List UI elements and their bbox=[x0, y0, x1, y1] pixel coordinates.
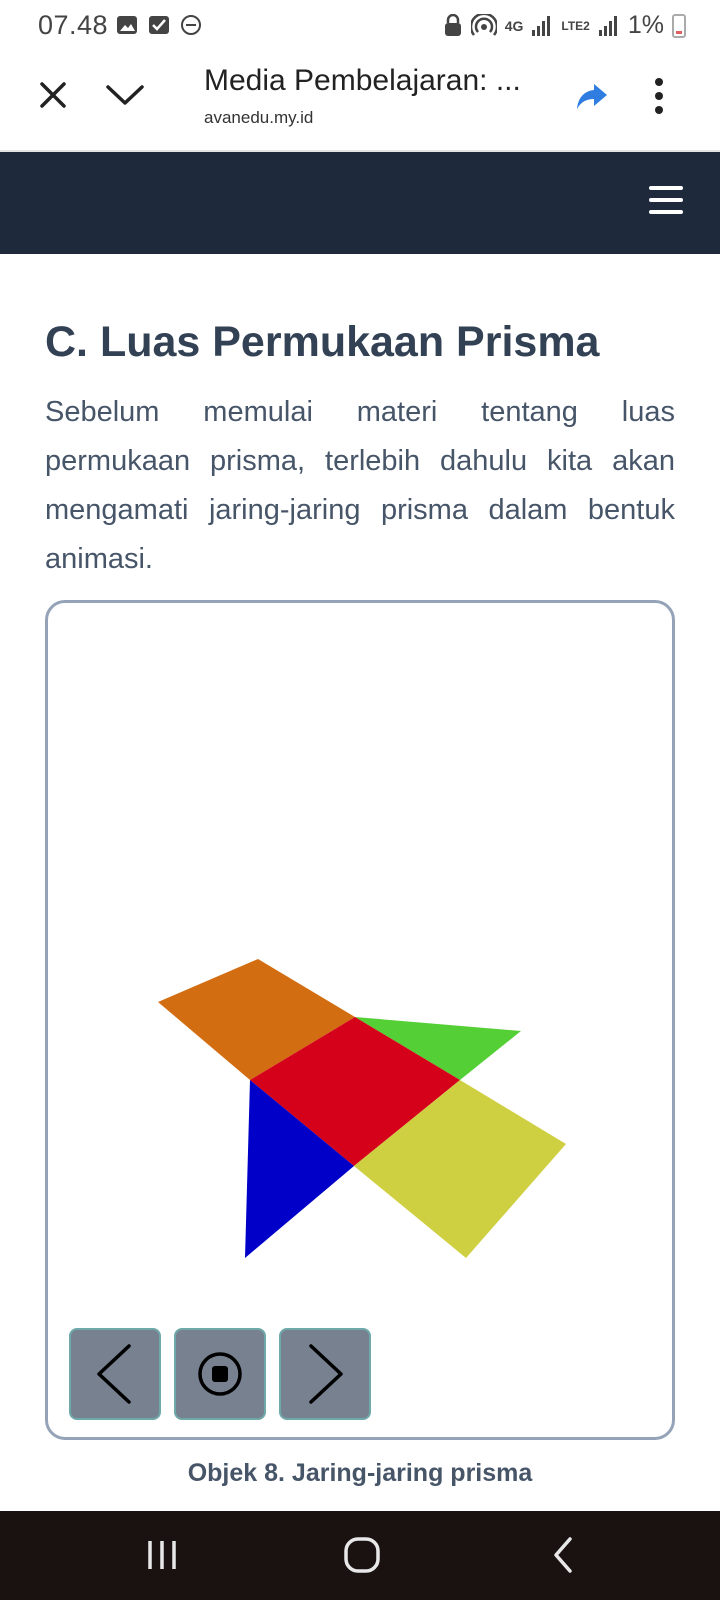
animation-card bbox=[45, 600, 675, 1440]
section-title: C. Luas Permukaan Prisma bbox=[45, 318, 600, 366]
page-title: Media Pembelajaran: ... bbox=[204, 64, 521, 97]
more-vertical-icon[interactable] bbox=[652, 76, 666, 116]
page: 07.48 4G LTE2 1% Media Pembelajaran: ...… bbox=[0, 0, 720, 1600]
do-not-disturb-icon bbox=[181, 15, 201, 35]
next-button[interactable] bbox=[279, 1328, 371, 1420]
chevron-down-icon[interactable] bbox=[104, 80, 146, 110]
status-bar: 07.48 4G LTE2 1% bbox=[0, 0, 720, 52]
lock-icon bbox=[444, 13, 461, 36]
image-icon bbox=[117, 16, 137, 34]
page-domain: avanedu.my.id bbox=[204, 108, 314, 127]
status-right: 4G LTE2 1% bbox=[443, 11, 686, 40]
status-time: 07.48 bbox=[38, 10, 109, 40]
browser-toolbar: Media Pembelajaran: ... avanedu.my.id bbox=[0, 52, 720, 152]
hamburger-menu-icon[interactable] bbox=[649, 186, 685, 216]
figure-caption: Objek 8. Jaring-jaring prisma bbox=[187, 1459, 533, 1487]
checkbox-icon bbox=[149, 16, 169, 34]
signal-icon bbox=[598, 15, 617, 36]
recent-apps-icon[interactable] bbox=[140, 1533, 184, 1577]
stop-icon bbox=[198, 1352, 242, 1396]
previous-button[interactable] bbox=[69, 1328, 161, 1420]
status-left-icons bbox=[116, 14, 202, 36]
back-icon[interactable] bbox=[542, 1533, 586, 1577]
home-icon[interactable] bbox=[340, 1533, 384, 1577]
signal-icon bbox=[532, 15, 551, 36]
battery-percent: 1% bbox=[627, 11, 664, 39]
hotspot-icon bbox=[470, 13, 497, 36]
system-nav-bar bbox=[0, 1511, 720, 1600]
network-label: 4G bbox=[504, 17, 524, 34]
stop-button[interactable] bbox=[174, 1328, 266, 1420]
chevron-left-icon bbox=[97, 1344, 131, 1404]
intro-paragraph: Sebelum memulai materi tentang luas perm… bbox=[45, 396, 675, 575]
share-icon[interactable] bbox=[574, 78, 610, 114]
site-nav bbox=[0, 152, 720, 254]
close-icon[interactable] bbox=[36, 78, 70, 112]
prism-net-figure bbox=[158, 959, 566, 1258]
battery-icon bbox=[672, 13, 686, 38]
chevron-right-icon bbox=[309, 1344, 343, 1404]
lte-label: LTE2 bbox=[561, 18, 590, 33]
